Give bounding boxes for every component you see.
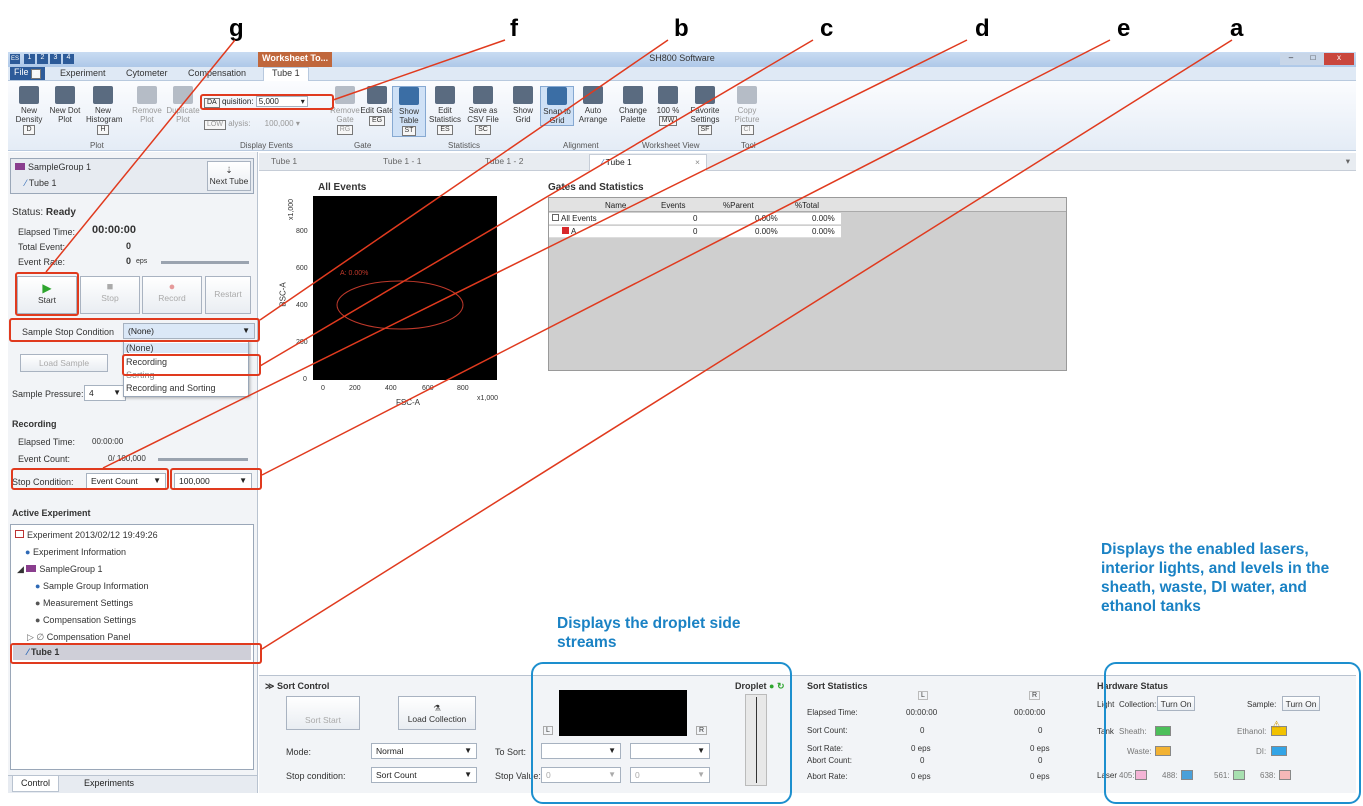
callout-line-f xyxy=(332,39,506,101)
callout-line-a xyxy=(261,39,1233,650)
callout-line-g xyxy=(45,39,236,273)
callout-line-b xyxy=(259,39,669,321)
callout-line-d xyxy=(102,39,968,469)
callout-line-e xyxy=(261,39,1111,476)
callout-line-c xyxy=(259,39,814,367)
callout-lines xyxy=(45,39,1233,650)
